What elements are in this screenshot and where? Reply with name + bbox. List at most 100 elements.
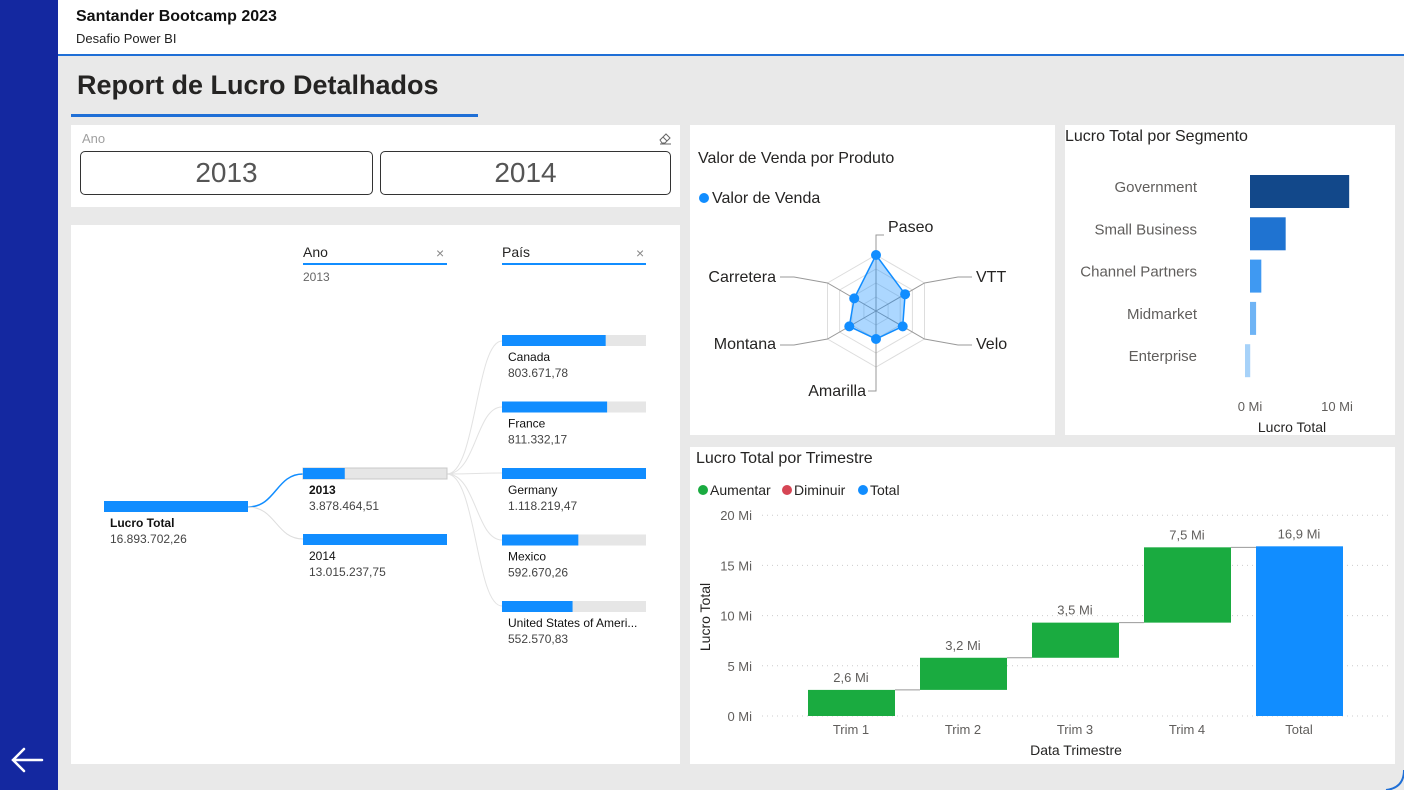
radar-chart-svg: Valor de Venda Paseo VTT Velo Amarilla Monta… [699,190,1007,400]
root-bar[interactable] [104,501,248,512]
radar-category-label: VTT [976,269,1006,286]
year-node-bar[interactable] [303,468,345,479]
radar-category-label: Amarilla [808,383,866,400]
segment-bar[interactable] [1250,175,1350,208]
segment-category-label: Channel Partners [1080,264,1197,281]
level2-header-underline [502,263,646,265]
segment-tick-0: 0 Mi [1238,399,1263,414]
segment-chart-svg: Government Small Business Channel Partners… [1080,175,1353,435]
year-node-value: 3.878.464,51 [309,499,379,513]
waterfall-bar[interactable] [1144,547,1231,623]
segment-bar[interactable] [1250,259,1262,293]
legend-aumentar-label: Aumentar [710,482,771,498]
waterfall-x-axis-label: Data Trimestre [1030,742,1122,758]
country-node-value: 811.332,17 [508,433,567,447]
waterfall-bar[interactable] [1032,622,1119,658]
segment-plot: Government Small Business Channel Partners… [1080,175,1350,378]
x-tick-label: Trim 4 [1169,722,1205,737]
radar-legend-label: Valor de Venda [712,190,820,207]
waterfall-bar[interactable] [920,657,1007,690]
waterfall-y-axis-label: Lucro Total [697,583,713,651]
radar-category-label: Paseo [888,219,933,236]
radar-data-point[interactable] [897,321,908,332]
root-value: 16.893.702,26 [110,532,187,546]
radar-category-label: Carretera [708,269,776,286]
radar-data-point[interactable] [844,321,855,332]
radar-category-label: Velo [976,336,1007,353]
radar-chart-card: Valor de Venda por Produto Valor de Vend… [690,125,1055,435]
connector-root-2014 [247,506,304,540]
segment-category-label: Midmarket [1127,306,1198,323]
country-node-value: 592.670,26 [508,566,568,580]
year-slicer: Ano 2013 2014 [71,125,680,207]
waterfall-data-label: 7,5 Mi [1169,527,1205,542]
legend-diminuir-marker [782,485,792,495]
waterfall-chart-svg: Aumentar Diminuir Total 0 Mi 5 Mi 10 Mi 15 … [697,482,1390,758]
radar-data-point[interactable] [871,250,881,260]
waterfall-data-label: 16,9 Mi [1278,526,1321,541]
legend-aumentar-marker [698,485,708,495]
back-arrow-icon[interactable] [8,740,48,780]
legend-total-marker [858,485,868,495]
year-option-2014[interactable]: 2014 [380,151,671,195]
segment-x-axis-label: Lucro Total [1258,419,1326,435]
country-node-value: 552.570,83 [508,632,568,646]
year-node-bar[interactable] [303,534,447,545]
level1-selected: 2013 [303,270,330,284]
app-subtitle: Desafio Power BI [76,31,177,46]
connector-2013-germany [446,472,503,475]
level2-nodes: Canada 803.671,78 France 811.332,17 Germany 1… [502,335,646,646]
eraser-icon[interactable] [658,131,672,145]
decomposition-tree-svg: Lucro Total 16.893.702,26 Ano × 2013 Paí… [104,244,646,646]
waterfall-plot: 0 Mi 5 Mi 10 Mi 15 Mi 20 Mi 2,6 Mi Trim 1 3,2 M… [720,508,1390,737]
radar-data-point[interactable] [849,293,860,304]
segment-category-label: Enterprise [1129,348,1197,365]
country-node-bar[interactable] [502,468,646,479]
corner-accent [1385,770,1404,790]
level2-close-icon[interactable]: × [636,245,644,261]
connector-2013-france [446,406,503,475]
waterfall-bar[interactable] [808,689,895,716]
radar-data-point[interactable] [871,334,881,344]
level1-close-icon[interactable]: × [436,245,444,261]
segment-category-label: Small Business [1094,221,1197,238]
waterfall-data-label: 2,6 Mi [833,670,869,685]
legend-total-label: Total [870,482,900,498]
title-underline [71,114,478,117]
app-title: Santander Bootcamp 2023 [76,8,277,25]
y-tick-label: 0 Mi [727,709,752,724]
country-node-value: 803.671,78 [508,366,568,380]
country-node-label: Germany [508,483,557,497]
top-header: Santander Bootcamp 2023 Desafio Power BI [58,0,1404,56]
segment-category-label: Government [1114,179,1197,196]
segment-bar[interactable] [1250,217,1286,251]
legend-diminuir-label: Diminuir [794,482,846,498]
country-node-value: 1.118.219,47 [508,499,578,513]
page-title: Report de Lucro Detalhados [77,70,439,100]
waterfall-bar[interactable] [1256,546,1343,716]
root-label: Lucro Total [110,516,174,530]
country-node-bar[interactable] [502,401,608,413]
level1-header: Ano [303,244,328,260]
connector-2013-mexico [446,473,503,541]
connector-2013-canada [446,340,503,475]
segment-bar[interactable] [1245,344,1251,378]
country-node-bar[interactable] [502,534,579,546]
segment-bar[interactable] [1250,301,1257,335]
y-tick-label: 20 Mi [720,508,752,523]
country-node-bar[interactable] [502,335,606,346]
year-node-value: 13.015.237,75 [309,565,386,579]
radar-data-point[interactable] [900,289,911,300]
x-tick-label: Total [1285,722,1313,737]
x-tick-label: Trim 3 [1057,722,1093,737]
country-node-label: Canada [508,350,550,364]
y-tick-label: 5 Mi [727,659,752,674]
year-option-2013[interactable]: 2013 [80,151,373,195]
connector-2013-usa [446,473,503,607]
x-tick-label: Trim 1 [833,722,869,737]
country-node-bar[interactable] [502,601,573,612]
connector-root-2013 [247,473,304,508]
slicer-header: Ano [82,131,106,146]
segment-chart-card: Lucro Total por Segmento Government Small… [1065,125,1395,435]
country-node-label: Mexico [508,550,546,564]
